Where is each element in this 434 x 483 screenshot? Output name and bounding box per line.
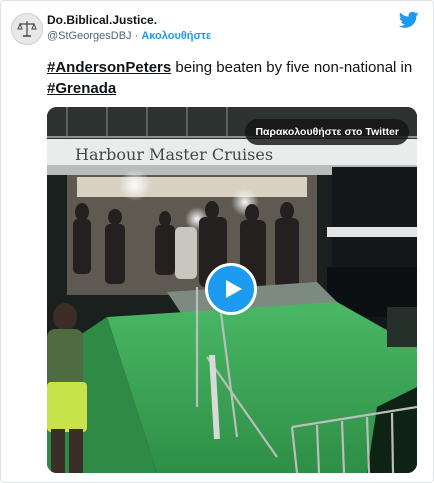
tweet-header: Do.Biblical.Justice. @StGeorgesDBJ · Ακο… <box>11 11 423 45</box>
watch-on-twitter-button[interactable]: Παρακολουθήστε στο Twitter <box>245 119 409 145</box>
tweet-card: Do.Biblical.Justice. @StGeorgesDBJ · Ακο… <box>0 0 434 483</box>
video-player[interactable]: Harbour Master Cruises Παρακολουθήστε στ… <box>47 107 417 473</box>
follow-link[interactable]: Ακολουθήστε <box>141 30 211 42</box>
play-icon <box>225 280 242 298</box>
scales-of-justice-icon <box>17 21 37 37</box>
boat-sign-text: Harbour Master Cruises <box>75 145 273 164</box>
hashtag-link[interactable]: #Grenada <box>47 80 116 97</box>
author-handle[interactable]: @StGeorgesDBJ <box>47 30 132 42</box>
author-handle-row: @StGeorgesDBJ · Ακολουθήστε <box>47 30 211 42</box>
avatar[interactable] <box>11 13 43 45</box>
author-name[interactable]: Do.Biblical.Justice. <box>47 13 157 27</box>
play-button[interactable] <box>205 263 257 315</box>
tweet-body: being beaten by five non-national in <box>171 59 413 76</box>
separator-dot: · <box>134 30 139 42</box>
twitter-bird-icon[interactable] <box>399 11 419 29</box>
hashtag-link[interactable]: #AndersonPeters <box>47 59 171 76</box>
tweet-text: #AndersonPeters being beaten by five non… <box>47 57 417 99</box>
